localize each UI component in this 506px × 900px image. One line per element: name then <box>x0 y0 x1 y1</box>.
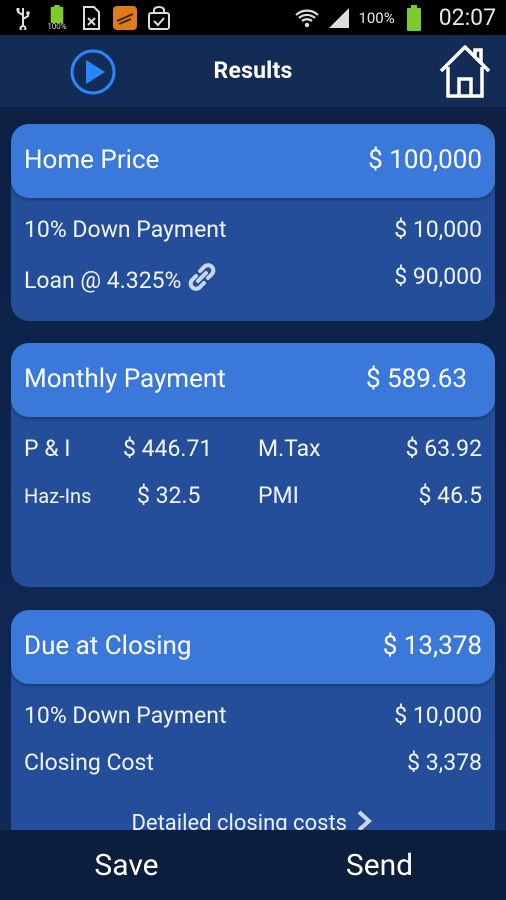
down-payment-label: 10% Down Payment <box>24 216 227 243</box>
down-payment-value: $ 10,000 <box>394 216 482 243</box>
loan-value: $ 90,000 <box>394 263 482 290</box>
due-at-closing-label: Due at Closing <box>24 631 192 661</box>
loan-label: Loan @ 4.325% <box>24 267 182 294</box>
app-notification-icon <box>112 5 138 31</box>
battery-icon <box>401 4 427 31</box>
bottom-action-bar: Save Send <box>0 830 506 900</box>
pmi-value: $ 46.5 <box>418 482 482 509</box>
app-header: Results <box>0 35 506 107</box>
results-content[interactable]: Home Price $ 100,000 10% Down Payment $ … <box>0 107 506 830</box>
save-button[interactable]: Save <box>0 830 253 900</box>
home-price-card: Home Price $ 100,000 10% Down Payment $ … <box>11 124 495 321</box>
status-bar: 100% 100% 02:07 <box>0 0 506 35</box>
haz-ins-label: Haz-Ins <box>24 484 92 508</box>
closing-cost-value: $ 3,378 <box>407 749 482 776</box>
clock: 02:07 <box>438 4 496 31</box>
due-at-closing-value: $ 13,378 <box>382 631 482 661</box>
due-at-closing-card: Due at Closing $ 13,378 10% Down Payment… <box>11 610 495 830</box>
detailed-closing-costs-link[interactable]: Detailed closing costs <box>11 810 495 830</box>
file-icon <box>78 5 104 31</box>
shopping-bag-icon <box>146 5 172 31</box>
battery-percent: 100% <box>358 8 395 27</box>
home-button[interactable] <box>438 43 492 99</box>
tax-label: M.Tax <box>258 435 321 462</box>
usb-icon <box>10 5 36 31</box>
page-title: Results <box>213 57 293 84</box>
link-icon[interactable] <box>187 263 217 297</box>
closing-cost-label: Closing Cost <box>24 749 154 776</box>
haz-ins-value: $ 32.5 <box>137 482 201 509</box>
pmi-label: PMI <box>258 482 299 509</box>
monthly-payment-card: Monthly Payment $ 589.63 P & I $ 446.71 … <box>11 343 495 587</box>
monthly-payment-header: Monthly Payment $ 589.63 <box>11 343 495 417</box>
signal-icon <box>326 5 352 31</box>
chevron-right-icon <box>353 810 375 830</box>
home-price-label: Home Price <box>24 145 160 175</box>
monthly-payment-value: $ 589.63 <box>366 364 467 394</box>
monthly-payment-label: Monthly Payment <box>24 364 226 394</box>
tax-value: $ 63.92 <box>405 435 482 462</box>
detailed-closing-costs-label: Detailed closing costs <box>131 811 348 830</box>
closing-down-payment-label: 10% Down Payment <box>24 702 227 729</box>
pi-value: $ 446.71 <box>123 435 213 462</box>
loan-row[interactable]: Loan @ 4.325% <box>24 263 217 297</box>
home-icon <box>439 45 491 98</box>
home-price-value: $ 100,000 <box>368 145 482 175</box>
send-button[interactable]: Send <box>253 830 506 900</box>
pi-label: P & I <box>24 435 71 462</box>
due-at-closing-header: Due at Closing $ 13,378 <box>11 610 495 684</box>
wifi-icon <box>294 5 320 31</box>
closing-down-payment-value: $ 10,000 <box>394 702 482 729</box>
battery-full-icon: 100% <box>44 4 70 31</box>
home-price-header: Home Price $ 100,000 <box>11 124 495 198</box>
